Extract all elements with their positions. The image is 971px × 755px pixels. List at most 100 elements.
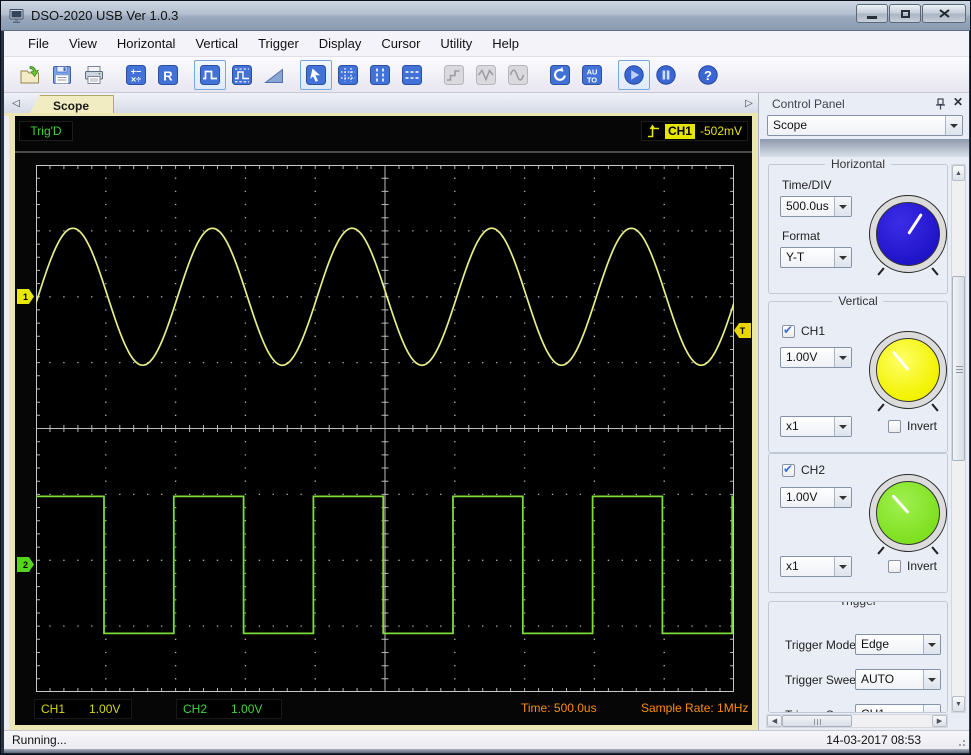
start-acquisition-button[interactable] (618, 59, 650, 90)
combo-arrow-button[interactable] (834, 488, 851, 507)
resize-grip[interactable] (955, 736, 965, 746)
scroll-right-icon[interactable]: ▶ (932, 715, 947, 727)
pointer-cursor-button[interactable] (300, 59, 332, 90)
pulse-levels-icon (232, 64, 252, 85)
trigger-mode-label: Trigger Mode (785, 638, 856, 652)
grid-display-button[interactable] (332, 60, 364, 90)
ch2-position-knob[interactable] (869, 474, 947, 555)
ch2-position-marker[interactable]: 2 (17, 557, 34, 572)
horizontal-scroll-thumb[interactable] (782, 715, 852, 727)
close-button[interactable] (922, 4, 966, 23)
ch2-probe-combo[interactable]: x1 (780, 556, 852, 577)
linear-interpolation-icon (476, 64, 496, 85)
combo-arrow-button[interactable] (923, 670, 940, 689)
ch1-scale-combo[interactable]: 1.00V (780, 347, 852, 368)
pin-icon[interactable] (935, 97, 946, 115)
pulse-levels-button[interactable] (226, 60, 258, 90)
menu-item-trigger[interactable]: Trigger (248, 33, 309, 54)
trigger-level-marker[interactable]: T (734, 323, 751, 338)
vertical-cursors-button[interactable] (364, 60, 396, 90)
control-panel: Control Panel ✕ Scope Horizontal Time/DI… (758, 93, 969, 731)
vertical-group-title: Vertical (832, 294, 884, 308)
ch1-readout-label: CH1 (41, 702, 66, 716)
ch1-position-marker[interactable]: 1 (17, 289, 34, 304)
trigger-source-combo[interactable]: CH1 (855, 704, 941, 714)
horizontal-position-knob[interactable] (869, 195, 947, 276)
menu-item-utility[interactable]: Utility (430, 33, 482, 54)
ch2-enable-checkbox[interactable] (782, 462, 795, 477)
scroll-up-icon[interactable]: ▲ (952, 165, 965, 181)
window-controls (855, 4, 966, 23)
chevron-down-icon (928, 713, 936, 714)
combo-arrow-button[interactable] (834, 557, 851, 576)
ramp-display-button[interactable] (258, 60, 290, 90)
ch1-invert-checkbox[interactable] (888, 420, 901, 433)
scope-page: Trig'D CH1 -502mV 1 2 T CH1 1.00V CH2 1.… (9, 116, 758, 731)
combo-arrow-button[interactable] (834, 197, 851, 216)
time-div-combo[interactable]: 500.0us (780, 196, 852, 217)
ch2-readout-label: CH2 (183, 702, 208, 716)
combo-arrow-button[interactable] (945, 116, 962, 135)
pause-acquisition-icon (656, 64, 676, 85)
scroll-left-icon[interactable]: ◀ (767, 715, 782, 727)
tab-scroll-right-icon[interactable]: ▷ (742, 96, 756, 112)
combo-arrow-button[interactable] (834, 417, 851, 436)
combo-arrow-button[interactable] (923, 635, 940, 654)
help-icon: ? (698, 64, 718, 85)
help-button[interactable]: ? (692, 60, 724, 90)
ch1-position-knob[interactable] (869, 331, 947, 412)
combo-arrow-button[interactable] (923, 705, 940, 714)
save-button[interactable] (46, 60, 78, 90)
step-interpolation-button (438, 60, 470, 90)
combo-arrow-button[interactable] (834, 348, 851, 367)
menu-item-vertical[interactable]: Vertical (185, 33, 248, 54)
pulse-display-icon (200, 64, 220, 85)
menu-item-display[interactable]: Display (309, 33, 372, 54)
vertical-scroll-thumb[interactable] (952, 276, 965, 461)
trigger-mode-combo[interactable]: Edge (855, 634, 941, 655)
reference-waveform-button[interactable]: R (152, 60, 184, 90)
sine-interpolation-button (502, 60, 534, 90)
panel-vertical-scrollbar[interactable]: ▲ ▼ (951, 164, 966, 713)
format-combo[interactable]: Y-T (780, 247, 852, 268)
combo-arrow-button[interactable] (834, 248, 851, 267)
menu-item-horizontal[interactable]: Horizontal (107, 33, 186, 54)
menu-item-help[interactable]: Help (482, 33, 529, 54)
pulse-display-button[interactable] (194, 59, 226, 90)
panel-selector-combo[interactable]: Scope (767, 115, 963, 136)
linear-interpolation-button (470, 60, 502, 90)
pause-acquisition-button[interactable] (650, 60, 682, 90)
menu-item-view[interactable]: View (59, 33, 107, 54)
minimize-button[interactable] (856, 4, 888, 23)
menu-bar: File View Horizontal Vertical Trigger Display… (4, 31, 969, 57)
refresh-button[interactable] (544, 60, 576, 90)
ch1-probe-combo[interactable]: x1 (780, 416, 852, 437)
chevron-down-icon (839, 564, 847, 569)
toolbar-separator (608, 60, 618, 90)
math-functions-button[interactable]: +− ×÷ (120, 60, 152, 90)
menu-item-cursor[interactable]: Cursor (371, 33, 430, 54)
format-label: Format (782, 229, 821, 243)
panel-horizontal-scrollbar[interactable]: ◀ ▶ (766, 714, 948, 728)
ch2-readout-value: 1.00V (231, 702, 263, 716)
control-panel-title: Control Panel (772, 97, 845, 111)
trigger-sweep-combo[interactable]: AUTO (855, 669, 941, 690)
ch2-invert-checkbox[interactable] (888, 560, 901, 573)
panel-close-icon[interactable]: ✕ (953, 95, 963, 109)
scroll-down-icon[interactable]: ▼ (952, 696, 965, 712)
math-functions-icon: +−×÷ (126, 64, 146, 85)
ch1-enable-checkbox[interactable] (782, 323, 795, 338)
tab-scroll-left-icon[interactable]: ◁ (9, 96, 23, 112)
window-title: DSO-2020 USB Ver 1.0.3 (31, 8, 179, 23)
refresh-icon (550, 64, 570, 85)
print-button[interactable] (78, 60, 110, 90)
open-file-button[interactable] (14, 60, 46, 90)
menu-item-file[interactable]: File (18, 33, 59, 54)
window-bottom-edge (4, 749, 969, 753)
auto-setup-button[interactable]: AU TO (576, 60, 608, 90)
ch2-scale-combo[interactable]: 1.00V (780, 487, 852, 508)
maximize-button[interactable] (889, 4, 921, 23)
horizontal-cursors-button[interactable] (396, 60, 428, 90)
title-bar[interactable]: DSO-2020 USB Ver 1.0.3 (1, 1, 970, 31)
ch2-readout: CH2 1.00V (176, 699, 282, 719)
